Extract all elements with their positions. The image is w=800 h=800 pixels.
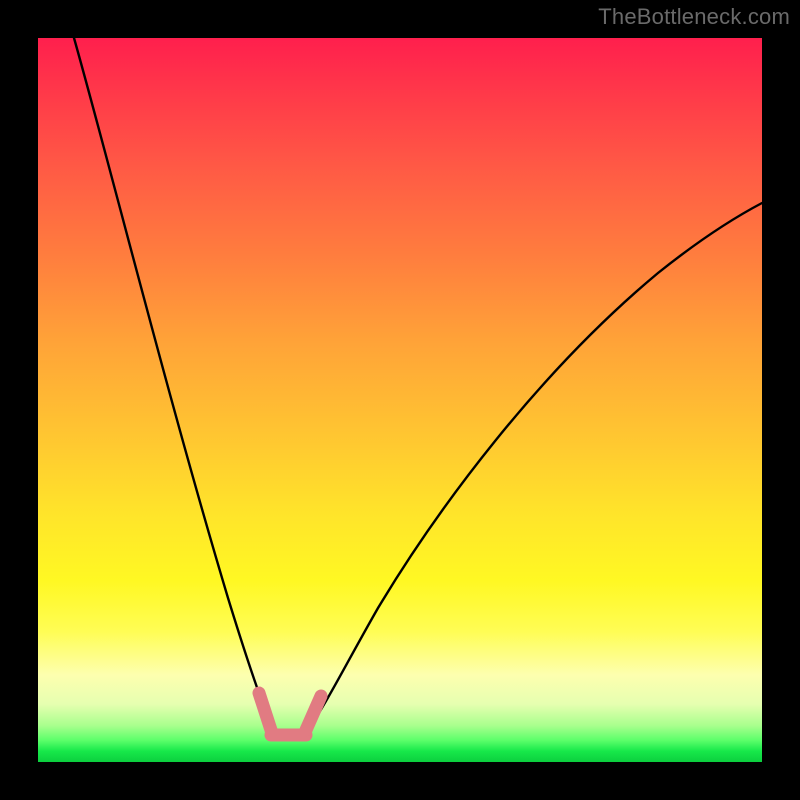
curve-layer bbox=[38, 38, 762, 762]
watermark-text: TheBottleneck.com bbox=[598, 4, 790, 30]
plot-area bbox=[38, 38, 762, 762]
min-marker-icon bbox=[259, 693, 321, 735]
chart-frame: TheBottleneck.com bbox=[0, 0, 800, 800]
bottleneck-curve bbox=[74, 38, 762, 735]
